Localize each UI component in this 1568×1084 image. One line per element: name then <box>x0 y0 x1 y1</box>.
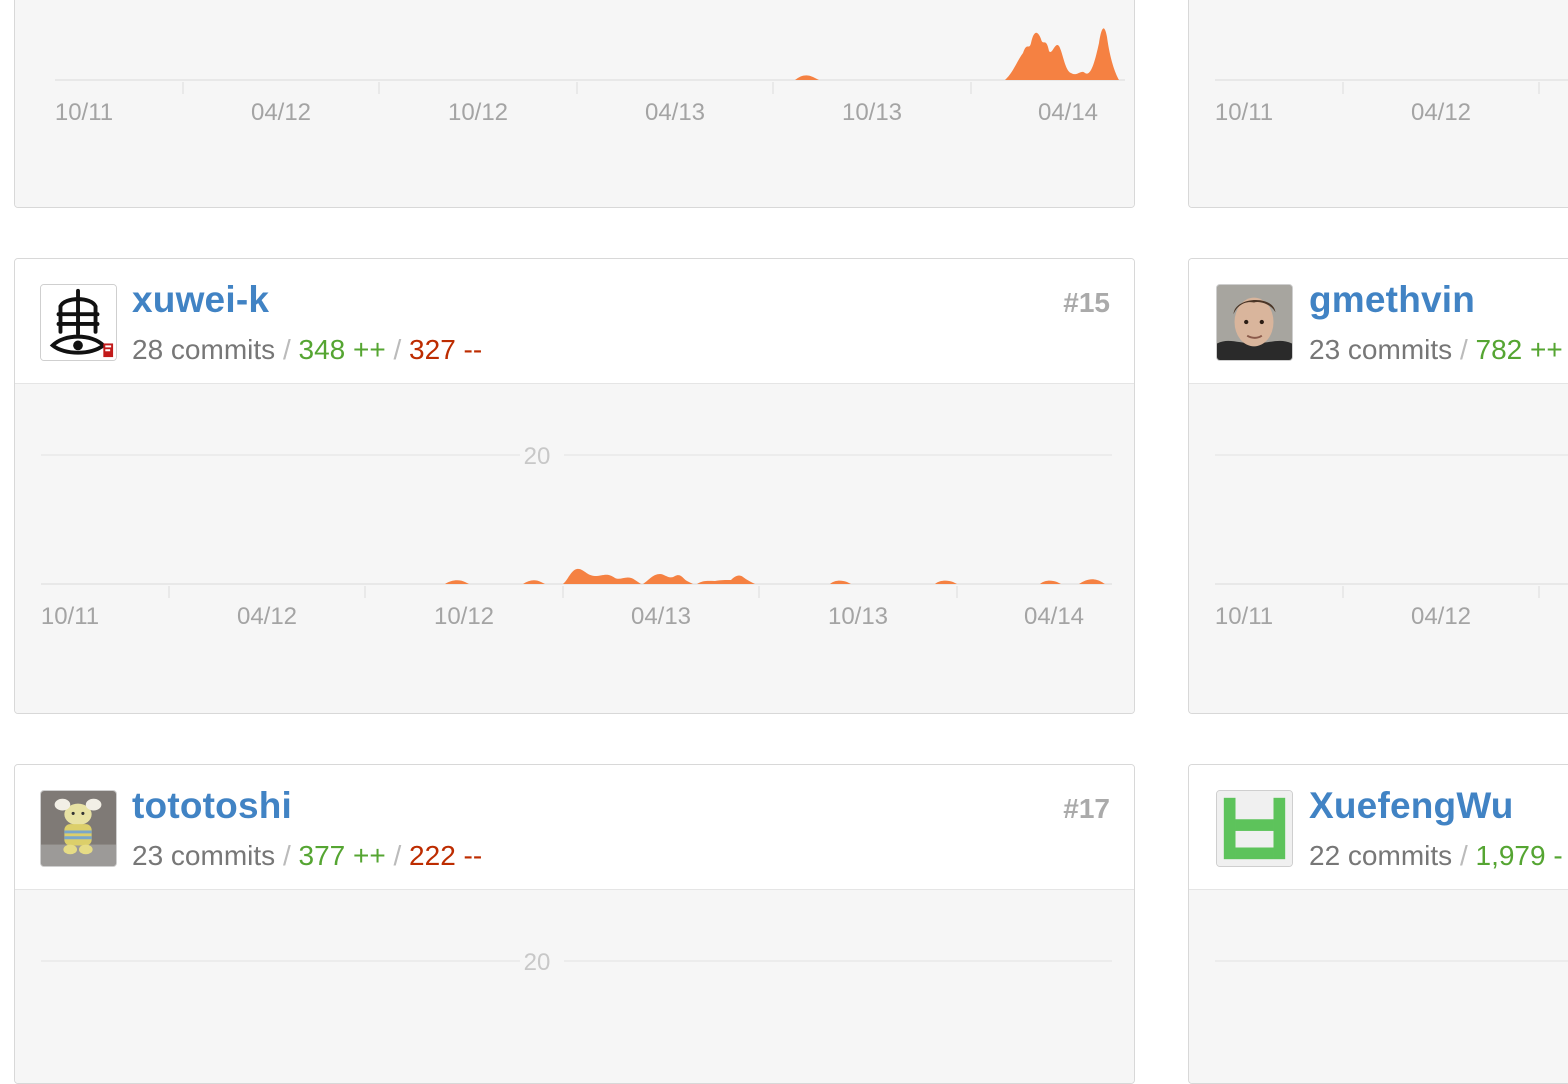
commit-activity-chart: 10/11 04/12 <box>1189 0 1568 207</box>
separator: / <box>393 840 410 871</box>
contributor-header: XuefengWu 22 commits / 1,979 - <box>1189 765 1568 890</box>
commit-count: 22 commits <box>1309 840 1453 871</box>
x-tick-label: 04/13 <box>645 99 705 126</box>
commit-activity-chart: 10/11 04/12 10/12 04/13 10/13 04/14 <box>15 0 1134 207</box>
contributor-card-top-left: 10/11 04/12 10/12 04/13 10/13 04/14 <box>14 0 1135 208</box>
separator: / <box>1459 840 1476 871</box>
eye-glyph-avatar-icon <box>41 285 116 360</box>
deletions-count: 327 -- <box>409 334 483 365</box>
x-tick-label: 10/12 <box>448 99 508 126</box>
additions-count: 348 ++ <box>298 334 386 365</box>
chart-svg: 10/11 04/12 <box>1215 454 1568 630</box>
chart-svg: 10/11 04/12 10/12 04/13 10/13 04/14 <box>55 28 1125 126</box>
x-tick-label: 10/13 <box>842 99 902 126</box>
commit-count: 23 commits <box>132 840 276 871</box>
green-identicon-avatar-icon <box>1217 791 1292 866</box>
contribution-stats: 22 commits / 1,979 - <box>1309 840 1563 872</box>
chart-svg <box>1215 960 1568 962</box>
commit-area-series <box>445 568 1105 584</box>
separator: / <box>282 334 299 365</box>
separator: / <box>1459 334 1476 365</box>
x-tick-label: 04/12 <box>251 99 311 126</box>
username-link[interactable]: tototoshi <box>132 785 292 827</box>
contributor-card-xuwei-k: xuwei-k 28 commits / 348 ++ / 327 -- #15… <box>14 258 1135 714</box>
commit-activity-chart: 10/11 04/12 <box>1189 384 1568 713</box>
avatar[interactable] <box>1216 790 1293 867</box>
contribution-stats: 23 commits / 377 ++ / 222 -- <box>132 840 482 872</box>
chart-svg: 10/11 04/12 <box>1215 79 1568 126</box>
x-tick-label: 10/11 <box>55 99 113 126</box>
contributor-rank: #15 <box>1063 287 1110 318</box>
commit-count: 28 commits <box>132 334 276 365</box>
deletions-count: 222 -- <box>409 840 483 871</box>
y-tick-label: 20 <box>524 949 551 976</box>
x-tick-label: 04/14 <box>1038 99 1098 126</box>
contributor-header: tototoshi 23 commits / 377 ++ / 222 -- #… <box>15 765 1134 890</box>
photo-avatar-icon <box>1217 285 1292 360</box>
tick-marks <box>168 586 958 598</box>
x-tick-label: 10/11 <box>41 603 99 630</box>
x-tick-label: 04/13 <box>631 603 691 630</box>
username-link[interactable]: gmethvin <box>1309 279 1475 321</box>
contributor-card-xuefengwu: XuefengWu 22 commits / 1,979 - <box>1188 764 1568 1084</box>
chart-svg: 20 10/11 04/12 10/12 04/13 10/13 04/14 <box>41 440 1112 630</box>
contributor-card-top-right: 10/11 04/12 <box>1188 0 1568 208</box>
toy-photo-avatar-icon <box>41 791 116 866</box>
tick-marks <box>182 82 972 94</box>
x-tick-label: 04/12 <box>1411 603 1471 630</box>
additions-count: 1,979 - <box>1475 840 1563 871</box>
commit-area-series <box>795 28 1119 80</box>
contributor-rank: #17 <box>1063 793 1110 824</box>
contribution-stats: 28 commits / 348 ++ / 327 -- <box>132 334 482 366</box>
separator: / <box>393 334 410 365</box>
avatar[interactable] <box>40 284 117 361</box>
commit-activity-chart: 20 10/11 04/12 10/12 04/13 10/13 04/14 <box>15 384 1134 713</box>
contribution-stats: 23 commits / 782 ++ <box>1309 334 1563 366</box>
commit-activity-chart: 20 <box>15 890 1134 1083</box>
x-axis-labels: 10/11 04/12 10/12 04/13 10/13 04/14 <box>55 99 1098 126</box>
username-link[interactable]: xuwei-k <box>132 279 269 321</box>
x-tick-label: 04/14 <box>1024 603 1084 630</box>
separator: / <box>282 840 299 871</box>
username-link[interactable]: XuefengWu <box>1309 785 1514 827</box>
additions-count: 377 ++ <box>298 840 386 871</box>
chart-svg: 20 <box>41 946 1112 976</box>
y-tick-label: 20 <box>524 443 551 470</box>
x-tick-label: 10/11 <box>1215 99 1273 126</box>
x-axis-labels: 10/11 04/12 10/12 04/13 10/13 04/14 <box>41 603 1084 630</box>
x-tick-label: 10/12 <box>434 603 494 630</box>
avatar[interactable] <box>40 790 117 867</box>
x-tick-label: 04/12 <box>237 603 297 630</box>
x-tick-label: 04/12 <box>1411 99 1471 126</box>
x-tick-label: 10/13 <box>828 603 888 630</box>
commit-count: 23 commits <box>1309 334 1453 365</box>
additions-count: 782 ++ <box>1475 334 1563 365</box>
avatar[interactable] <box>1216 284 1293 361</box>
contributor-header: gmethvin 23 commits / 782 ++ <box>1189 259 1568 384</box>
contributor-card-tototoshi: tototoshi 23 commits / 377 ++ / 222 -- #… <box>14 764 1135 1084</box>
x-tick-label: 10/11 <box>1215 603 1273 630</box>
contributor-header: xuwei-k 28 commits / 348 ++ / 327 -- #15 <box>15 259 1134 384</box>
commit-activity-chart <box>1189 890 1568 1083</box>
contributor-card-gmethvin: gmethvin 23 commits / 782 ++ 10/11 04/12 <box>1188 258 1568 714</box>
